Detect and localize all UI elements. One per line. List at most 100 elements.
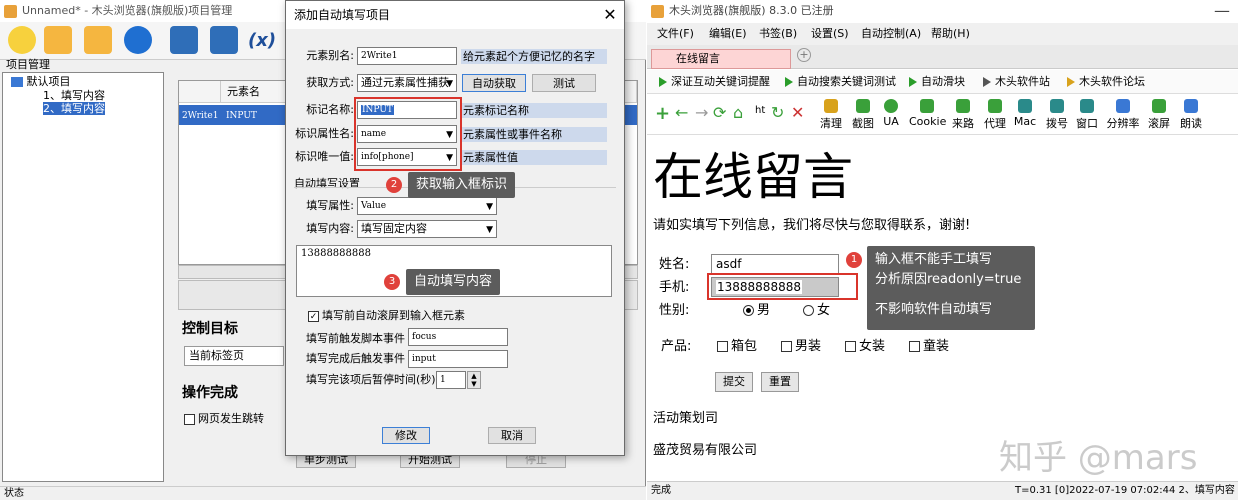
bookmark-item[interactable]: 深证互动关键词提醒	[659, 70, 770, 94]
after-event-input[interactable]: input	[408, 350, 508, 368]
pause-input[interactable]: 1	[436, 371, 466, 389]
fill-attr-select[interactable]: Value ▼	[357, 197, 497, 215]
gender-female-option[interactable]: 女	[803, 302, 830, 320]
chevron-down-icon: ▼	[446, 79, 453, 89]
tag-label: 标记名称:	[306, 103, 354, 116]
menu-auto-control[interactable]: 自动控制(A)	[861, 23, 921, 45]
pause-stepper[interactable]: ▲ ▼	[467, 371, 481, 389]
new-tab-icon[interactable]: +	[797, 48, 811, 62]
alias-label: 元素别名:	[306, 49, 354, 62]
project-tree: 默认项目 1、填写内容 2、填写内容	[2, 72, 164, 482]
pause-label: 填写完该项后暂停时间(秒)	[306, 373, 436, 386]
scissors-icon	[856, 99, 870, 113]
reset-button[interactable]: 重置	[761, 372, 799, 392]
project-manager-title: Unnamed* - 木头浏览器(旗舰版)项目管理	[22, 4, 233, 17]
product-checkbox[interactable]	[781, 341, 792, 352]
new-project-icon[interactable]	[8, 26, 36, 54]
tool-dial[interactable]: 拨号	[1041, 99, 1073, 131]
product-option[interactable]: 童装	[909, 338, 949, 356]
redo-icon[interactable]: ↻	[771, 103, 784, 122]
grid-cell-name: 2Write1	[182, 111, 219, 121]
grid-header-name: 元素名	[221, 81, 291, 103]
add-icon[interactable]: +	[655, 103, 670, 124]
modify-button[interactable]: 修改	[382, 427, 430, 444]
test-button[interactable]: 测试	[532, 74, 596, 92]
product-checkbox[interactable]	[845, 341, 856, 352]
attr-hint: 元素属性或事件名称	[461, 127, 607, 142]
stop-icon[interactable]: ✕	[791, 103, 804, 122]
open-folder-icon[interactable]	[44, 26, 72, 54]
product-option[interactable]: 箱包	[717, 338, 757, 356]
scroll-option[interactable]: ✓ 填写前自动滚屏到输入框元素	[308, 307, 465, 323]
tool-read[interactable]: 朗读	[1175, 99, 1207, 131]
bookmark-item[interactable]: 自动滑块	[909, 70, 965, 94]
tool-window[interactable]: 窗口	[1071, 99, 1103, 131]
tool-mac[interactable]: Mac	[1009, 99, 1041, 128]
tool-scroll[interactable]: 滚屏	[1143, 99, 1175, 131]
bookmark-item[interactable]: 自动搜索关键词测试	[785, 70, 896, 94]
save-as-icon[interactable]	[210, 26, 238, 54]
bookmark-item[interactable]: 木头软件站	[983, 70, 1050, 94]
product-option[interactable]: 男装	[781, 338, 821, 356]
submit-button[interactable]: 提交	[715, 372, 753, 392]
save-icon[interactable]	[170, 26, 198, 54]
close-icon[interactable]: ✕	[600, 5, 620, 25]
page-jump-checkbox[interactable]	[184, 413, 195, 425]
menu-bookmarks[interactable]: 书签(B)	[759, 23, 797, 45]
op-done-label: 操作完成	[182, 385, 238, 401]
variable-icon[interactable]: (x)	[248, 30, 276, 51]
page-heading: 在线留言	[653, 148, 853, 206]
alias-input[interactable]: 2Write1	[357, 47, 457, 65]
tree-item-default[interactable]: 默认项目	[11, 75, 71, 88]
product-checkbox[interactable]	[909, 341, 920, 352]
tree-item-fill-1[interactable]: 1、填写内容	[43, 89, 105, 102]
tool-icon	[983, 77, 991, 87]
browser-toolbar: + ← → ⟳ ⌂ ht ↻ ✕ 清理 截图 UA Cookie 来路 代理 M…	[647, 95, 1238, 135]
app-icon	[4, 5, 17, 18]
bookmark-item[interactable]: 木头软件论坛	[1067, 70, 1145, 94]
menu-help[interactable]: 帮助(H)	[931, 23, 970, 45]
tool-resolution[interactable]: 分辨率	[1103, 99, 1143, 131]
footer-line-2: 盛茂贸易有限公司	[653, 443, 758, 458]
menu-settings[interactable]: 设置(S)	[811, 23, 849, 45]
page-jump-option[interactable]: 网页发生跳转	[184, 410, 264, 426]
step-badge-3: 3	[384, 274, 400, 290]
control-target-label: 控制目标	[182, 321, 238, 337]
callout-auto-fill: 自动填写内容	[406, 269, 501, 295]
control-target-select[interactable]: 当前标签页	[184, 346, 284, 366]
scroll-checkbox[interactable]: ✓	[308, 310, 319, 322]
fill-content-select[interactable]: 填写固定内容 ▼	[357, 220, 497, 238]
ua-icon	[884, 99, 898, 113]
add-folder-icon[interactable]	[84, 26, 112, 54]
tab-online-message[interactable]: 在线留言	[651, 49, 791, 69]
before-event-input[interactable]: focus	[408, 328, 508, 346]
product-option[interactable]: 女装	[845, 338, 885, 356]
cancel-button[interactable]: 取消	[488, 427, 536, 444]
gender-male-option[interactable]: 男	[743, 302, 770, 320]
power-icon[interactable]	[124, 26, 152, 54]
radio-male[interactable]	[743, 305, 754, 316]
auto-get-button[interactable]: 自动获取	[462, 74, 526, 92]
name-input[interactable]: asdf	[711, 254, 839, 274]
tool-ua[interactable]: UA	[875, 99, 907, 128]
fill-settings-label: 自动填写设置	[294, 177, 360, 190]
menu-file[interactable]: 文件(F)	[657, 23, 694, 45]
page-intro: 请如实填写下列信息，我们将尽快与您取得联系，谢谢!	[653, 218, 971, 233]
tool-proxy[interactable]: 代理	[979, 99, 1011, 131]
refresh-icon[interactable]: ⟳	[713, 103, 726, 122]
play-icon	[659, 77, 667, 87]
method-select[interactable]: 通过元素属性捕获 ▼	[357, 74, 457, 92]
http-icon[interactable]: ht	[755, 105, 765, 116]
radio-female[interactable]	[803, 305, 814, 316]
home-icon[interactable]: ⌂	[733, 103, 743, 122]
forward-icon[interactable]: →	[695, 103, 708, 122]
minimize-icon[interactable]: —	[1214, 0, 1230, 22]
tree-item-fill-2[interactable]: 2、填写内容	[43, 102, 105, 115]
tool-cookie[interactable]: Cookie	[909, 99, 946, 128]
tool-referer[interactable]: 来路	[947, 99, 979, 131]
tool-clean[interactable]: 清理	[815, 99, 847, 131]
product-checkbox[interactable]	[717, 341, 728, 352]
status-left: 完成	[651, 485, 671, 496]
menu-edit[interactable]: 编辑(E)	[709, 23, 747, 45]
back-icon[interactable]: ←	[675, 103, 688, 122]
